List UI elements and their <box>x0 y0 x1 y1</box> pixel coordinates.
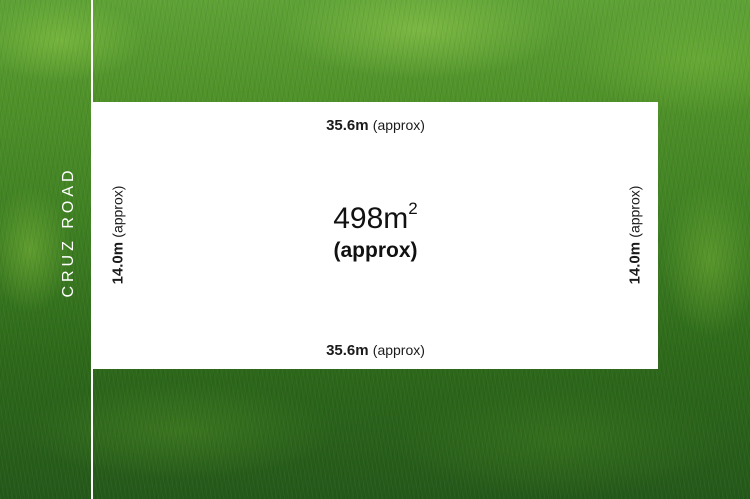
lot-area-value: 498m <box>333 202 409 235</box>
top-dimension-qualifier: (approx) <box>372 117 425 133</box>
street-name-label: CRUZ ROAD <box>60 166 77 298</box>
bottom-dimension-value: 35.6m <box>326 342 369 359</box>
lot-area-value-line: 498m2 <box>333 199 418 236</box>
left-dimension-value: 14.0m <box>109 241 127 285</box>
right-dimension-value: 14.0m <box>626 241 644 285</box>
bottom-dimension: 35.6m (approx) <box>326 342 425 359</box>
lot-outline: 35.6m (approx) 14.0m (approx) 14.0m (app… <box>93 102 658 369</box>
lot-area-qualifier: (approx) <box>333 239 418 262</box>
left-dimension-qualifier: (approx) <box>109 185 126 238</box>
right-dimension: 14.0m (approx) <box>627 186 644 285</box>
right-dimension-qualifier: (approx) <box>626 185 643 238</box>
lot-area: 498m2 (approx) <box>333 199 418 264</box>
lot-area-unit-superscript: 2 <box>408 199 418 218</box>
bottom-dimension-qualifier: (approx) <box>372 342 425 358</box>
top-dimension-value: 35.6m <box>326 117 369 134</box>
top-dimension: 35.6m (approx) <box>326 117 425 134</box>
left-dimension: 14.0m (approx) <box>110 186 127 285</box>
